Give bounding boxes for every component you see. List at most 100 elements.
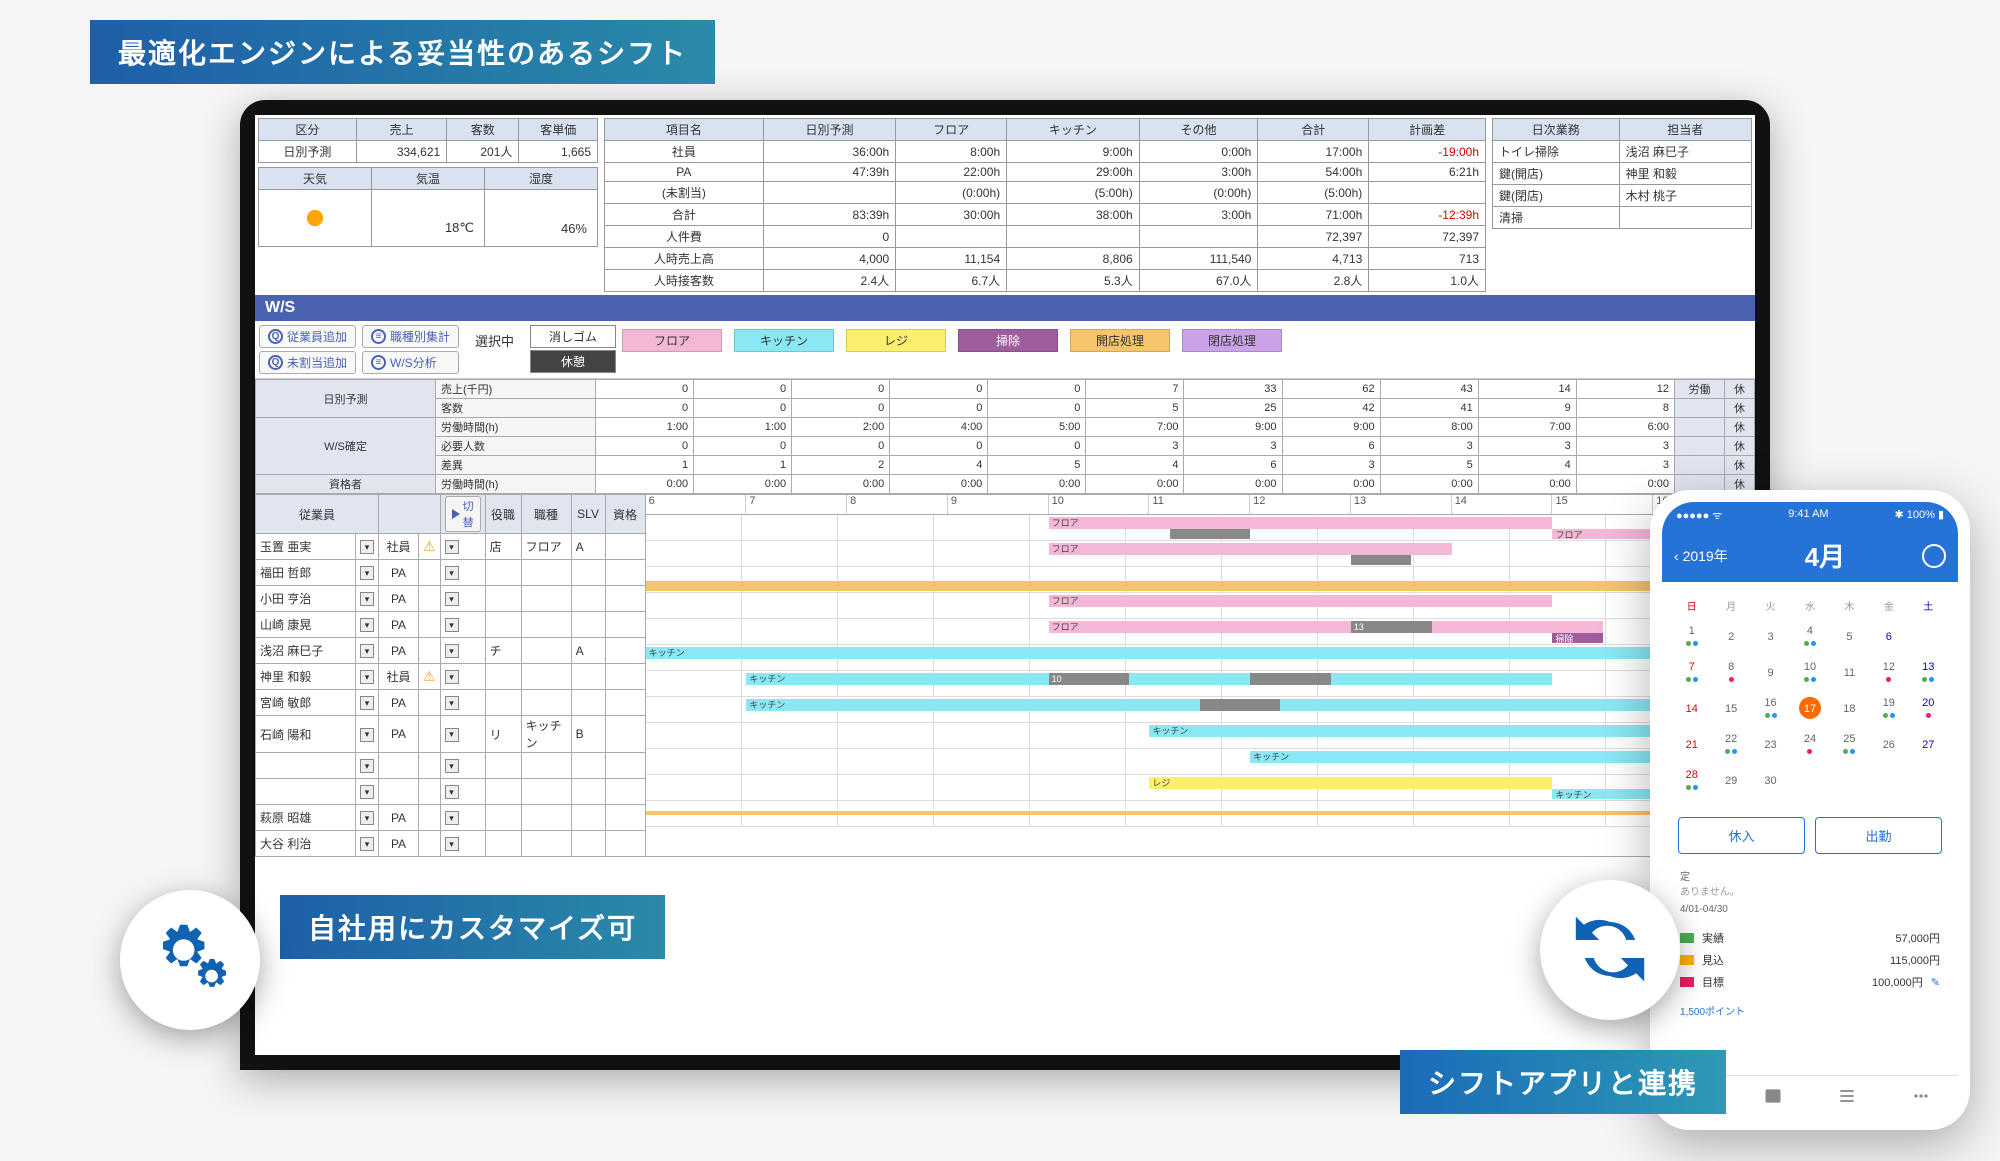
hdr-tanka: 客単価 [519, 119, 598, 141]
phone-legend: 実績57,000円見込115,000円目標100,000円 ✎ [1662, 921, 1958, 999]
banner-app-link: シフトアプリと連携 [1400, 1050, 1726, 1114]
phone-search-icon[interactable] [1922, 544, 1946, 568]
sun-icon [301, 204, 329, 232]
shift-bar[interactable]: フロア [1049, 621, 1603, 633]
summary-labor-table: 項目名日別予測フロアキッチンその他合計計画差社員36:00h8:00h9:00h… [604, 118, 1486, 292]
hdr-humidity: 湿度 [485, 168, 597, 190]
rest-button[interactable]: 休入 [1678, 817, 1805, 854]
phone-header: ‹ 2019年 4月 [1662, 529, 1958, 582]
work-button[interactable]: 出勤 [1815, 817, 1942, 854]
break-button[interactable]: 休憩 [530, 350, 616, 373]
shift-bar[interactable]: キッチン [1552, 789, 1653, 799]
dropdown-icon[interactable]: ▾ [445, 785, 459, 799]
hdr-temp: 気温 [372, 168, 484, 190]
shift-bar[interactable] [1351, 555, 1411, 565]
shift-bar[interactable] [1250, 673, 1331, 685]
dropdown-icon[interactable]: ▾ [360, 540, 374, 554]
dropdown-icon[interactable]: ▾ [360, 759, 374, 773]
dropdown-icon[interactable]: ▾ [360, 837, 374, 851]
dropdown-icon[interactable]: ▾ [445, 618, 459, 632]
dropdown-icon[interactable]: ▾ [445, 670, 459, 684]
swap-button[interactable]: 切替 [445, 496, 481, 532]
category-aggregate-button[interactable]: ≡職種別集計 [362, 325, 459, 348]
daily-tasks-table: 日次業務担当者トイレ掃除浅沼 麻巳子鍵(開店)神里 和毅鍵(閉店)木村 桃子清掃 [1492, 118, 1752, 229]
shift-bar[interactable]: キッチン [1149, 725, 1653, 737]
dropdown-icon[interactable]: ▾ [445, 566, 459, 580]
shift-bar[interactable]: キッチン [646, 647, 1654, 659]
gears-icon [145, 914, 235, 1007]
search-plus-icon: Q [268, 329, 283, 344]
tab-list[interactable] [1810, 1076, 1884, 1118]
dropdown-icon[interactable]: ▾ [445, 696, 459, 710]
banner-optimization: 最適化エンジンによる妥当性のあるシフト [90, 20, 715, 84]
ws-analyze-button[interactable]: ≡W/S分析 [362, 351, 459, 374]
dropdown-icon[interactable]: ▾ [360, 785, 374, 799]
add-employee-button[interactable]: Q従業員追加 [259, 325, 356, 348]
employee-list-table: 従業員切替役職職種SLV資格玉置 亜実▾社員⚠▾店フロアA福田 哲郎▾PA▾小田… [255, 494, 646, 857]
shift-bar[interactable]: フロア [1049, 543, 1452, 555]
category-legend: フロア キッチン レジ 掃除 開店処理 閉店処理 [622, 325, 1282, 352]
shift-bar[interactable]: フロア [1049, 595, 1553, 607]
banner-customize: 自社用にカスタマイズ可 [280, 895, 665, 959]
hdr-uriage: 売上 [356, 119, 446, 141]
shift-bar[interactable]: レジ [1149, 777, 1552, 789]
weather-box: 天気 気温 18℃ 湿度 46% [258, 167, 598, 247]
shift-bar[interactable]: 10 [1049, 673, 1130, 685]
dropdown-icon[interactable]: ▾ [360, 696, 374, 710]
dropdown-icon[interactable]: ▾ [360, 670, 374, 684]
shift-bar[interactable] [646, 811, 1654, 815]
add-unassigned-button[interactable]: Q未割当追加 [259, 351, 356, 374]
cat-open[interactable]: 開店処理 [1070, 329, 1170, 352]
search-plus-icon: Q [268, 355, 283, 370]
hdr-weather: 天気 [259, 168, 371, 190]
phone-back-button[interactable]: ‹ 2019年 [1674, 546, 1728, 566]
gears-badge [120, 890, 260, 1030]
table-row: 日別予測 334,621 201人 1,665 [259, 141, 598, 163]
selecting-label: 選択中 [465, 325, 524, 356]
dropdown-icon[interactable]: ▾ [360, 592, 374, 606]
dropdown-icon[interactable]: ▾ [445, 540, 459, 554]
shift-bar[interactable] [1170, 529, 1251, 539]
tab-shift[interactable] [1736, 1076, 1810, 1118]
dropdown-icon[interactable]: ▾ [445, 759, 459, 773]
temp-value: 18℃ [372, 190, 484, 246]
phone-calendar[interactable]: 日月火水木金土123456789101112131415161718192021… [1662, 582, 1958, 809]
toolbar: Q従業員追加 Q未割当追加 ≡職種別集計 ≡W/S分析 選択中 消しゴム 休憩 … [255, 321, 1755, 379]
phone-frame: ●●●●● ᯤ 9:41 AM ✱ 100% ▮ ‹ 2019年 4月 日月火水… [1650, 490, 1970, 1130]
summary-sales-table: 区分 売上 客数 客単価 日別予測 334,621 201人 1,665 [258, 118, 598, 163]
cat-floor[interactable]: フロア [622, 329, 722, 352]
dropdown-icon[interactable]: ▾ [360, 728, 374, 742]
dropdown-icon[interactable]: ▾ [445, 837, 459, 851]
dropdown-icon[interactable]: ▾ [360, 811, 374, 825]
shift-bar[interactable] [1200, 699, 1281, 711]
dropdown-icon[interactable]: ▾ [360, 644, 374, 658]
dropdown-icon[interactable]: ▾ [445, 811, 459, 825]
shift-bar[interactable]: フロア [1552, 529, 1653, 539]
shift-bar[interactable]: 掃除 [1552, 633, 1602, 643]
shift-bar[interactable] [646, 581, 1654, 591]
shift-bar[interactable]: キッチン [1250, 751, 1653, 763]
eraser-button[interactable]: 消しゴム [530, 325, 616, 348]
dropdown-icon[interactable]: ▾ [445, 644, 459, 658]
cat-close[interactable]: 閉店処理 [1182, 329, 1282, 352]
dropdown-icon[interactable]: ▾ [360, 566, 374, 580]
ws-section-header: W/S [255, 295, 1755, 321]
dropdown-icon[interactable]: ▾ [360, 618, 374, 632]
cat-kitchen[interactable]: キッチン [734, 329, 834, 352]
gantt-chart[interactable]: 678910111213141516フロアフロアフロアフロアフロア13掃除キッチ… [646, 494, 1755, 857]
sync-badge [1540, 880, 1680, 1020]
shift-bar[interactable]: 13 [1351, 621, 1432, 633]
warning-icon: ⚠ [423, 538, 436, 554]
tab-menu[interactable] [1884, 1076, 1958, 1118]
warning-icon: ⚠ [423, 668, 436, 684]
humidity-value: 46% [485, 190, 597, 246]
dropdown-icon[interactable]: ▾ [445, 592, 459, 606]
cat-clean[interactable]: 掃除 [958, 329, 1058, 352]
shift-bar[interactable]: キッチン [746, 673, 1552, 685]
shift-bar[interactable]: フロア [1049, 517, 1553, 529]
cat-register[interactable]: レジ [846, 329, 946, 352]
dropdown-icon[interactable]: ▾ [445, 728, 459, 742]
battery-icon: ✱ 100% ▮ [1894, 508, 1944, 523]
phone-time: 9:41 AM [1788, 508, 1828, 523]
list-icon: ≡ [371, 355, 386, 370]
